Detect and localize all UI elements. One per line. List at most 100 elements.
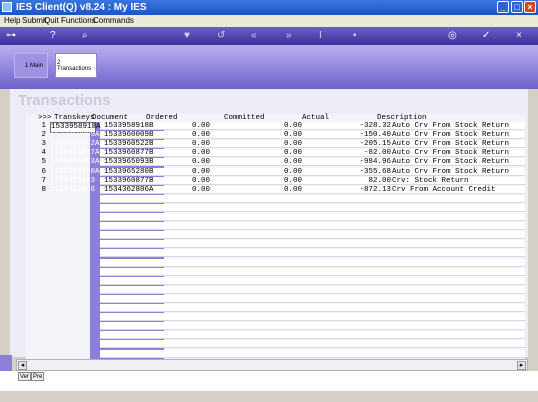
row-number: 4 xyxy=(41,149,46,158)
grid-row-background xyxy=(100,331,525,340)
tab-ver[interactable]: Ver xyxy=(18,372,32,381)
ordered-cell: 0.00 xyxy=(191,176,210,185)
tab-transactions-label: 2 Transactions xyxy=(57,60,92,72)
grid-row-background xyxy=(100,340,525,349)
tab-band: 1 Main 2 Transactions xyxy=(0,45,538,89)
menu-help[interactable]: Help xyxy=(4,16,20,25)
fast-forward-icon[interactable]: » xyxy=(286,30,292,42)
col-committed: Committed xyxy=(224,114,265,122)
transkey-cell[interactable]: 1534358133 xyxy=(50,177,96,186)
globe-icon[interactable]: ◎ xyxy=(448,30,457,42)
menu-bar: Help Submit Quit Functions Commands xyxy=(0,15,538,27)
table-row[interactable]: 8 1534362806 1534362806A 0.00 0.00 -872.13 Crv… xyxy=(26,186,525,195)
row-number: 8 xyxy=(41,185,46,194)
committed-cell: 0.00 xyxy=(283,131,302,140)
row-number: 5 xyxy=(41,158,46,167)
document-cell: 1533965093B xyxy=(104,158,154,167)
actual-cell: -984.96 xyxy=(359,158,391,167)
document-cell: 1533960877B xyxy=(104,176,154,185)
col-transkeys: Transkeys xyxy=(54,114,95,122)
document-cell: 1533960877B xyxy=(104,149,154,158)
toolbar: ⊶ ? ⌕ ♥ ↺ « » I ▪ ◎ ✓ × xyxy=(0,27,538,45)
transkey-cell[interactable]: 1534362806 xyxy=(50,186,96,195)
document-cell: 1533965280B xyxy=(104,167,154,176)
close-icon[interactable]: × xyxy=(516,30,522,42)
table-row[interactable]: 3 1533960522A 1533960522B 0.00 0.00 -205.15 Au… xyxy=(26,140,525,149)
transkey-cell[interactable]: 1533965280A xyxy=(50,168,100,177)
grid-row-background xyxy=(100,231,525,240)
search-icon[interactable]: ⌕ xyxy=(82,30,88,42)
table-row[interactable]: 6 1533965280A 1533965280B 0.00 0.00 -355.68 Au… xyxy=(26,168,525,177)
menu-commands[interactable]: Commands xyxy=(93,16,134,25)
grid-row-background xyxy=(100,213,525,221)
ordered-cell: 0.00 xyxy=(191,158,210,167)
tab-transactions[interactable]: 2 Transactions xyxy=(55,53,97,78)
menu-quit[interactable]: Quit xyxy=(44,16,59,25)
grid-row-background xyxy=(100,349,525,358)
check-icon[interactable]: ✓ xyxy=(482,30,490,42)
page-title: Transactions xyxy=(18,92,111,109)
text-cursor-icon[interactable]: I xyxy=(319,30,322,42)
status-bar xyxy=(0,391,538,402)
actual-cell: -150.40 xyxy=(359,131,391,140)
col-ordered: Ordered xyxy=(146,114,178,122)
window-close-button[interactable]: × xyxy=(524,1,536,13)
col-actual: Actual xyxy=(302,114,330,122)
minimize-button[interactable]: _ xyxy=(497,1,509,13)
scroll-right-icon[interactable]: ▸ xyxy=(517,361,526,370)
row-number: 3 xyxy=(41,140,46,149)
menu-functions[interactable]: Functions xyxy=(61,16,96,25)
committed-cell: 0.00 xyxy=(283,176,302,185)
ordered-cell: 0.00 xyxy=(191,185,210,194)
clipboard-icon[interactable]: ▪ xyxy=(353,30,357,42)
grid-row-background xyxy=(100,267,525,276)
description-cell: Auto Crv From Stock Return xyxy=(392,167,510,176)
table-row[interactable]: 1 1533958918A 1533958918B 0.00 0.00 -328.32 Au… xyxy=(26,122,525,133)
bottom-panel: Ver Pre xyxy=(0,371,538,391)
table-row[interactable]: 5 1533965093A 1533965093B 0.00 0.00 -984.96 Au… xyxy=(26,158,525,167)
grid-row-background xyxy=(100,313,525,322)
row-number: 7 xyxy=(41,176,46,185)
description-cell: Crv From Account Credit xyxy=(392,185,496,194)
tab-main[interactable]: 1 Main xyxy=(14,53,48,78)
ordered-cell: 0.00 xyxy=(191,122,210,130)
description-cell: Auto Crv From Stock Return xyxy=(392,149,510,158)
history-icon[interactable]: ↺ xyxy=(217,30,225,42)
actual-cell: -82.00 xyxy=(363,149,391,158)
tab-pre[interactable]: Pre xyxy=(31,372,45,381)
committed-cell: 0.00 xyxy=(283,158,302,167)
committed-cell: 0.00 xyxy=(283,140,302,149)
actual-cell: 82.00 xyxy=(368,176,391,185)
window-title: IES Client(Q) v8.24 : My IES xyxy=(16,2,147,13)
committed-cell: 0.00 xyxy=(283,122,302,130)
description-cell: Crv: Stock Return xyxy=(392,176,469,185)
transkey-cell[interactable]: 1533960009A xyxy=(50,131,100,140)
key-icon[interactable]: ⊶ xyxy=(6,30,16,42)
table-row[interactable]: 4 1533960877A 1533960877B 0.00 0.00 -82.00 Aut… xyxy=(26,149,525,158)
document-cell: 1534362806A xyxy=(104,185,154,194)
rewind-icon[interactable]: « xyxy=(251,30,257,42)
transkey-cell[interactable]: 1533960522A xyxy=(50,140,100,149)
table-row[interactable]: 2 1533960009A 1533960009B 0.00 0.00 -150.40 Au… xyxy=(26,131,525,140)
transkey-cell[interactable]: 1533960877A xyxy=(50,149,100,158)
content-panel: Transactions >>> Transkeys Document Orde… xyxy=(10,89,528,359)
scroll-left-icon[interactable]: ◂ xyxy=(18,361,27,370)
row-number: 2 xyxy=(41,131,46,140)
heart-icon[interactable]: ♥ xyxy=(184,30,190,42)
row-number: 1 xyxy=(41,122,46,130)
document-cell: 1533960009B xyxy=(104,131,154,140)
table-row[interactable]: 7 1534358133 1533960877B 0.00 0.00 82.00 Crv: … xyxy=(26,177,525,186)
col-description: Description xyxy=(377,114,427,122)
maximize-button[interactable]: □ xyxy=(511,1,523,13)
actual-cell: -355.68 xyxy=(359,167,391,176)
committed-cell: 0.00 xyxy=(283,149,302,158)
horizontal-scrollbar[interactable]: ◂ ▸ xyxy=(16,359,528,371)
help-icon[interactable]: ? xyxy=(50,30,56,42)
committed-cell: 0.00 xyxy=(283,167,302,176)
description-cell: Auto Crv From Stock Return xyxy=(392,122,510,130)
tab-main-label: 1 Main xyxy=(25,63,44,69)
description-cell: Auto Crv From Stock Return xyxy=(392,158,510,167)
committed-cell: 0.00 xyxy=(283,185,302,194)
ordered-cell: 0.00 xyxy=(191,167,210,176)
transkey-cell[interactable]: 1533965093A xyxy=(50,158,100,167)
